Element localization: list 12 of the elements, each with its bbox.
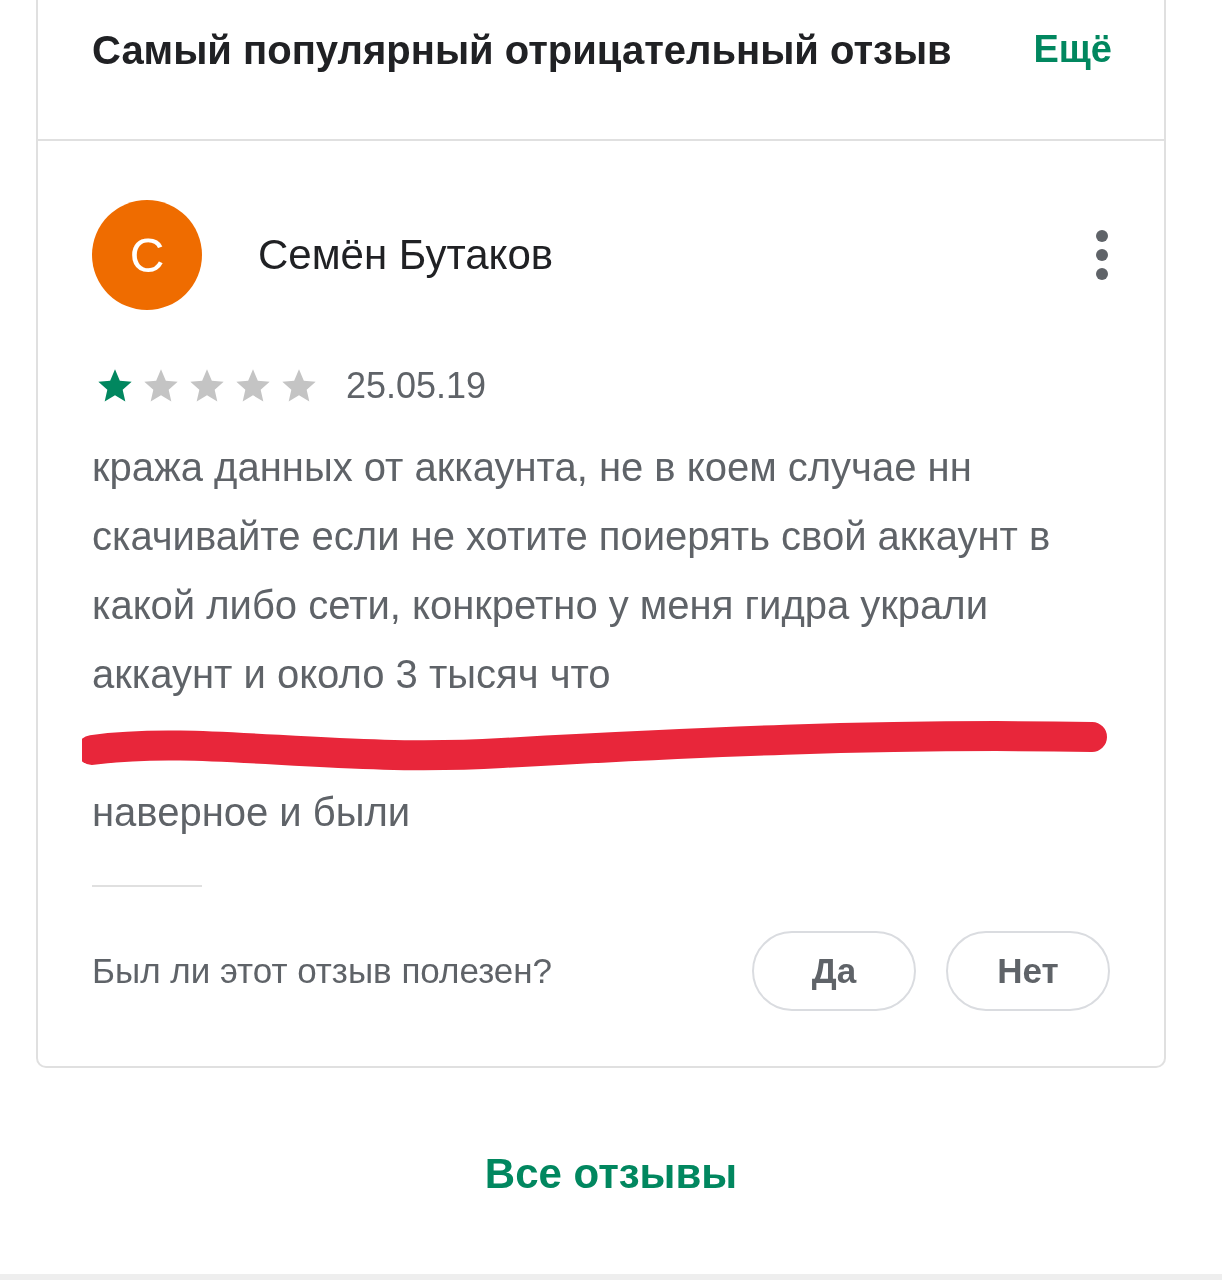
section-title: Самый популярный отрицательный отзыв xyxy=(92,28,952,73)
vote-button[interactable]: Нет xyxy=(946,931,1110,1011)
review-text: наверное и были xyxy=(92,789,412,836)
author-name: Семён Бутаков xyxy=(258,231,555,279)
helpful-question: Был ли этот отзыв полезен? xyxy=(92,951,553,991)
review-date: 25.05.19 xyxy=(346,365,487,407)
more-options-icon[interactable] xyxy=(1094,229,1110,281)
more-link[interactable]: Ещё xyxy=(1033,28,1112,71)
avatar: С xyxy=(92,200,202,310)
all-reviews-link[interactable]: Все отзывы xyxy=(484,1150,738,1198)
review-text: кража данных от аккаунта, не в коем случае нн скачивайте если не хотите поиерять свой аккаунт в какой либо сети, конкретно у меня гидра украли аккаунт и около 3 тысяч что xyxy=(92,444,1052,698)
vote-button[interactable]: Да xyxy=(752,931,916,1011)
